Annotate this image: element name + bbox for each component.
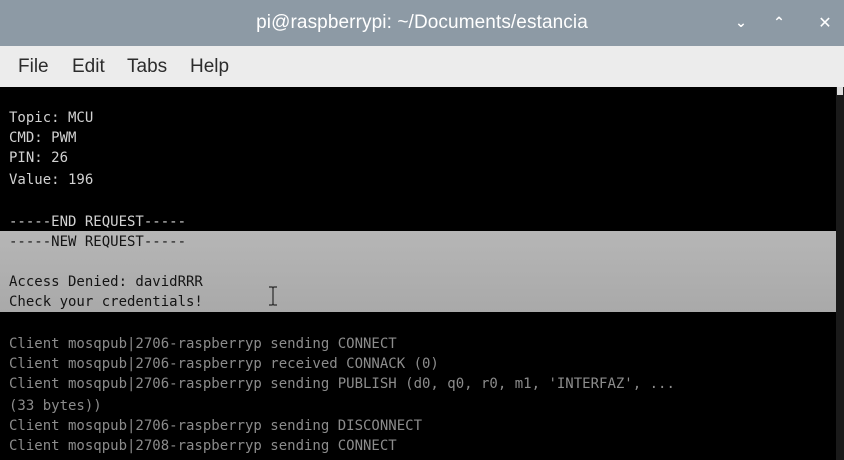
terminal-line-selected: -----NEW REQUEST----- — [9, 234, 187, 250]
minimize-button[interactable]: ⌄ — [730, 0, 752, 46]
terminal-output[interactable]: Topic: MCU CMD: PWM PIN: 26 Value: 196 -… — [0, 87, 836, 460]
menu-bar: File Edit Tabs Help — [0, 46, 844, 88]
terminal-line: Client mosqpub|2706-raspberryp sending C… — [9, 336, 397, 352]
terminal-line: CMD: PWM — [9, 130, 77, 146]
text-cursor-icon — [269, 286, 277, 306]
scrollbar-thumb[interactable] — [837, 87, 843, 95]
terminal-line: Client mosqpub|2706-raspberryp sending D… — [9, 418, 423, 434]
terminal-line: Topic: MCU — [9, 110, 94, 126]
close-button[interactable]: ✕ — [814, 0, 836, 46]
terminal-line: Client mosqpub|2706-raspberryp received … — [9, 356, 439, 372]
maximize-button[interactable]: ⌃ — [768, 0, 790, 46]
menu-tabs[interactable]: Tabs — [127, 46, 167, 87]
terminal-line: -----END REQUEST----- — [9, 214, 187, 230]
terminal-line-selected: Access Denied: davidRRR — [9, 274, 203, 290]
title-bar[interactable]: pi@raspberrypi: ~/Documents/estancia ⌄ ⌃… — [0, 0, 844, 46]
terminal-line: Client mosqpub|2706-raspberryp sending P… — [9, 376, 675, 392]
menu-help[interactable]: Help — [190, 46, 229, 87]
window-title: pi@raspberrypi: ~/Documents/estancia — [256, 12, 588, 33]
menu-edit[interactable]: Edit — [72, 46, 105, 87]
terminal-line-selected: Check your credentials! — [9, 294, 203, 310]
terminal-window: pi@raspberrypi: ~/Documents/estancia ⌄ ⌃… — [0, 0, 844, 460]
terminal-line: Client mosqpub|2708-raspberryp sending C… — [9, 438, 397, 454]
terminal-line: (33 bytes)) — [9, 398, 102, 414]
terminal-line: PIN: 26 — [9, 150, 69, 166]
menu-file[interactable]: File — [18, 46, 49, 87]
vertical-scrollbar[interactable] — [836, 87, 844, 460]
terminal-line: Value: 196 — [9, 172, 94, 188]
